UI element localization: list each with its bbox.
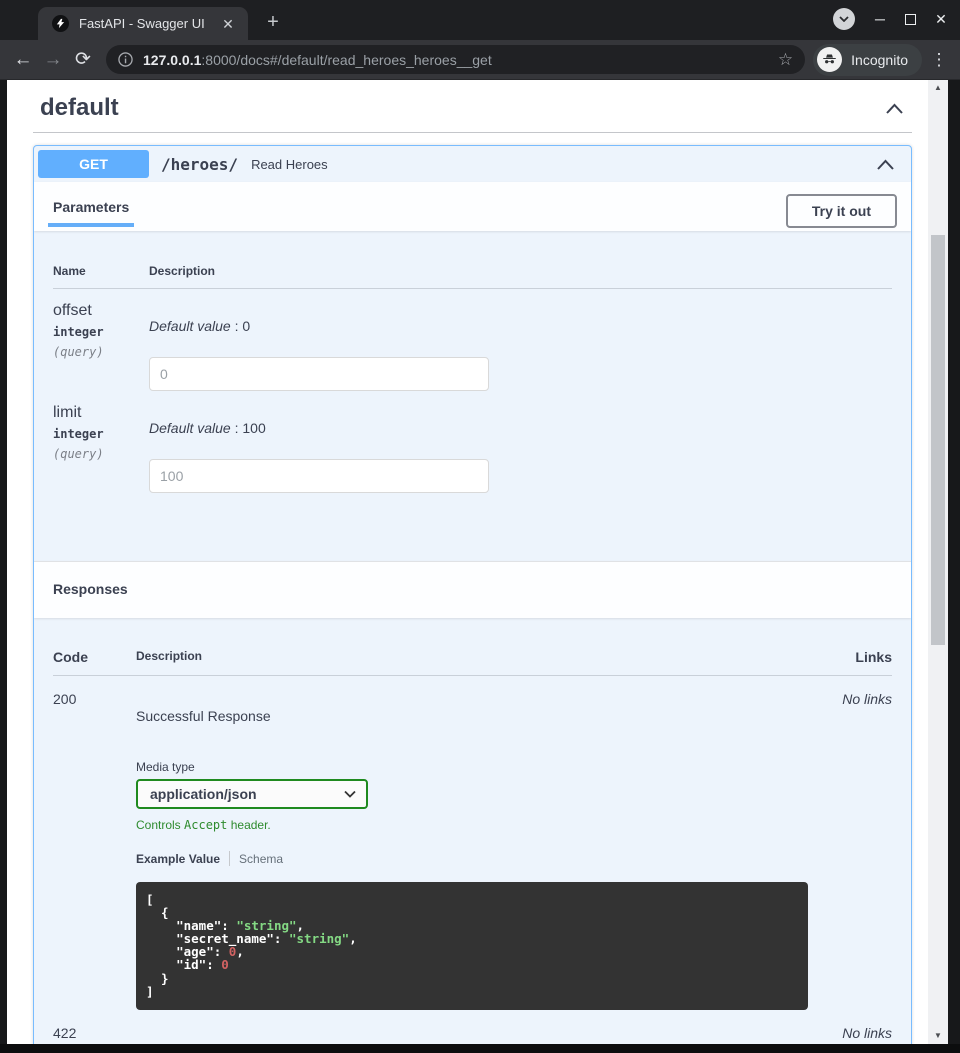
response-links: No links <box>812 1025 892 1044</box>
site-info-icon[interactable] <box>118 52 133 67</box>
tab-separator <box>229 851 230 866</box>
col-header-description: Description <box>136 649 812 665</box>
offset-input[interactable] <box>149 357 489 391</box>
param-location: (query) <box>53 447 149 461</box>
tab-example-value[interactable]: Example Value <box>136 852 220 866</box>
response-description: Successful Response <box>136 708 812 724</box>
reload-icon[interactable]: ⟳ <box>68 45 98 75</box>
new-tab-button[interactable]: + <box>260 10 286 36</box>
parameters-section-header: Parameters Try it out <box>34 182 911 231</box>
try-it-out-button[interactable]: Try it out <box>786 194 897 228</box>
limit-input[interactable] <box>149 459 489 493</box>
opblock-summary[interactable]: GET /heroes/ Read Heroes <box>34 146 911 182</box>
media-type-label: Media type <box>136 760 812 774</box>
maximize-button[interactable] <box>905 14 916 25</box>
parameters-table: Name Description offset integer (query) … <box>34 231 911 561</box>
collapse-chevron-icon[interactable] <box>885 102 904 115</box>
forward-icon[interactable]: → <box>38 45 68 75</box>
response-row-200: 200 Successful Response Media type appli… <box>53 676 892 1010</box>
response-row-422: 422 Validation Error No links <box>53 1010 892 1044</box>
col-header-name: Name <box>53 264 149 278</box>
opblock-get-heroes: GET /heroes/ Read Heroes Parameters Try … <box>33 145 912 1044</box>
browser-menu-icon[interactable]: ⋮ <box>926 50 952 70</box>
browser-tab-strip: FastAPI - Swagger UI ✕ + ─ ✕ <box>0 0 960 40</box>
scroll-up-icon[interactable]: ▲ <box>928 80 948 96</box>
tab-parameters[interactable]: Parameters <box>48 194 134 227</box>
fastapi-favicon <box>52 15 69 32</box>
incognito-badge: Incognito <box>813 44 922 76</box>
endpoint-summary: Read Heroes <box>251 157 876 172</box>
example-json: [ { "name": "string", "secret_name": "st… <box>146 893 798 998</box>
tab-search-button[interactable] <box>833 8 855 30</box>
url-bar[interactable]: 127.0.0.1:8000/docs#/default/read_heroes… <box>106 45 805 74</box>
param-name: limit <box>53 404 149 422</box>
page-scrollbar[interactable]: ▲ ▼ <box>928 80 948 1044</box>
scrollbar-thumb[interactable] <box>931 235 945 645</box>
tag-title: default <box>40 94 119 122</box>
opblock-collapse-chevron-icon[interactable] <box>876 158 895 171</box>
close-button[interactable]: ✕ <box>932 11 950 28</box>
browser-tab[interactable]: FastAPI - Swagger UI ✕ <box>38 7 248 40</box>
scroll-down-icon[interactable]: ▼ <box>928 1028 948 1044</box>
param-default: Default value : 100 <box>149 420 892 436</box>
endpoint-path: /heroes/ <box>161 155 238 174</box>
col-header-code: Code <box>53 649 136 665</box>
bookmark-star-icon[interactable]: ☆ <box>778 50 793 70</box>
example-code-block[interactable]: [ { "name": "string", "secret_name": "st… <box>136 882 808 1010</box>
tab-title: FastAPI - Swagger UI <box>79 16 218 31</box>
page-viewport: default GET /heroes/ Read Heroes Paramet… <box>7 80 928 1044</box>
responses-table: Code Description Links 200 Successful Re… <box>34 618 911 1044</box>
method-badge: GET <box>38 150 149 178</box>
section-divider <box>33 132 912 133</box>
controls-accept-note: Controls Accept header. <box>136 818 812 832</box>
url-text: 127.0.0.1:8000/docs#/default/read_heroes… <box>143 52 770 68</box>
window-bottom-frame <box>0 1044 960 1053</box>
response-code: 200 <box>53 691 136 1010</box>
tag-section-header[interactable]: default <box>33 80 912 130</box>
responses-section-header: Responses <box>34 561 911 618</box>
responses-table-header: Code Description Links <box>53 649 892 676</box>
active-tab-underline <box>48 223 134 227</box>
back-icon[interactable]: ← <box>8 45 38 75</box>
browser-toolbar: ← → ⟳ 127.0.0.1:8000/docs#/default/read_… <box>0 40 960 80</box>
response-links: No links <box>812 691 892 1010</box>
col-header-links: Links <box>812 649 892 665</box>
responses-title: Responses <box>53 581 128 597</box>
response-code: 422 <box>53 1025 136 1044</box>
incognito-icon <box>817 47 842 72</box>
parameters-table-header: Name Description <box>53 264 892 289</box>
param-name: offset <box>53 302 149 320</box>
param-type: integer <box>53 325 149 339</box>
tab-close-icon[interactable]: ✕ <box>218 14 238 34</box>
param-default: Default value : 0 <box>149 318 892 334</box>
param-location: (query) <box>53 345 149 359</box>
col-header-description: Description <box>149 264 215 278</box>
media-type-select[interactable]: application/json <box>136 779 368 809</box>
param-type: integer <box>53 427 149 441</box>
param-row-offset: offset integer (query) Default value : 0 <box>53 289 892 391</box>
param-row-limit: limit integer (query) Default value : 10… <box>53 391 892 493</box>
minimize-button[interactable]: ─ <box>871 11 889 27</box>
tab-schema[interactable]: Schema <box>239 852 283 866</box>
chevron-down-icon <box>344 790 356 798</box>
